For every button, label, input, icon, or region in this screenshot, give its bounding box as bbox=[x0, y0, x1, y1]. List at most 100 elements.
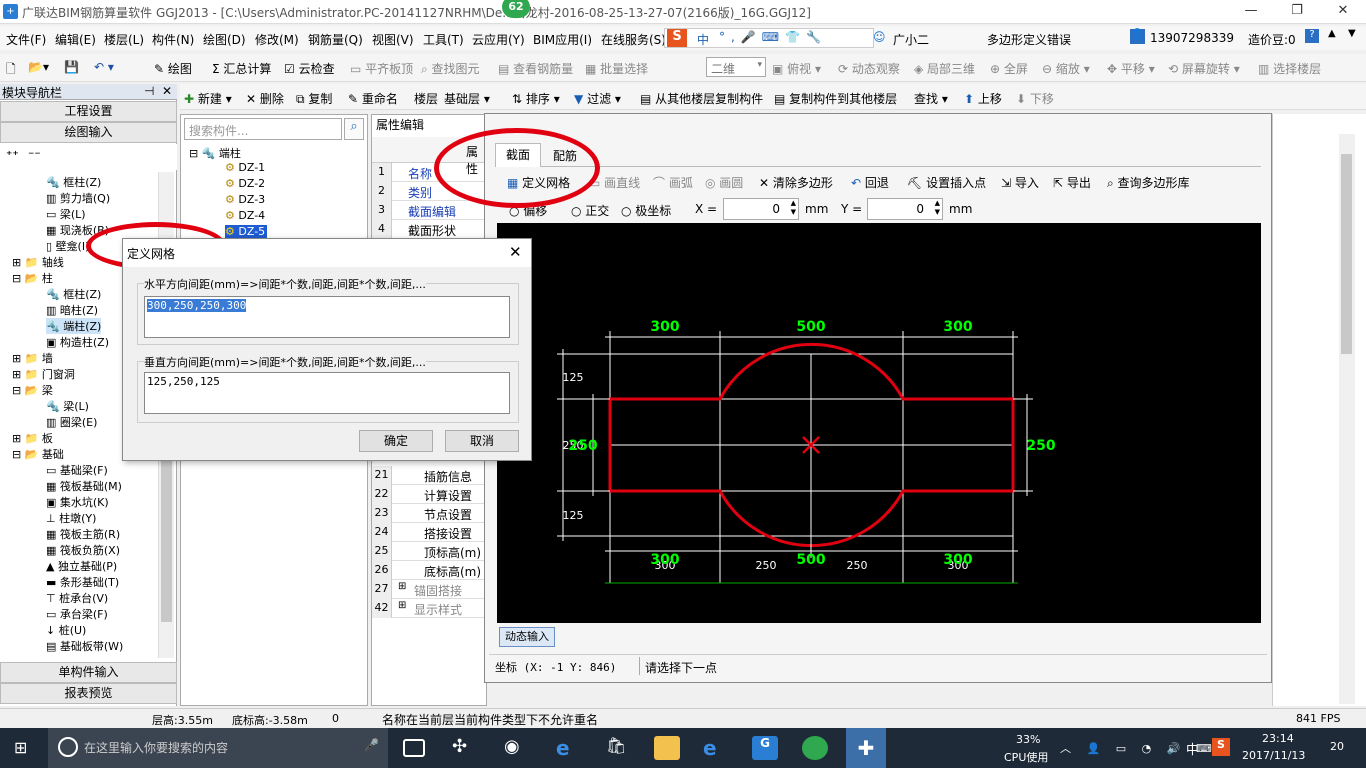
component-item-selected[interactable]: ⚙ DZ-5 bbox=[225, 225, 268, 238]
property-row[interactable]: 42 ⊞ 显示样式 bbox=[372, 599, 486, 618]
tree-item[interactable]: ▭ 承台梁(F) bbox=[46, 606, 108, 622]
menu-tools[interactable]: 工具(T) bbox=[423, 31, 464, 48]
tree-item[interactable]: ▭ 梁(L) bbox=[46, 206, 86, 222]
tree-folder[interactable]: ⊞ 📁 墙 bbox=[12, 350, 53, 366]
task-view-icon[interactable] bbox=[403, 739, 425, 757]
scroll-up-arrow[interactable]: ▲ bbox=[1328, 28, 1336, 39]
menu-edit[interactable]: 编辑(E) bbox=[55, 31, 96, 48]
draw-arc-button[interactable]: ⌒ 画弧 bbox=[653, 174, 693, 191]
horizontal-spacing-input[interactable]: 300,250,250,300 bbox=[144, 296, 510, 338]
view-direction-button[interactable]: ▣ 俯视 ▾ bbox=[772, 60, 821, 77]
vertical-spacing-input[interactable]: 125,250,125 bbox=[144, 372, 510, 414]
view-mode-select[interactable]: 二维 ▾ bbox=[706, 57, 766, 77]
rename-button[interactable]: ✎ 重命名 bbox=[348, 90, 398, 107]
property-row[interactable]: 24 搭接设置 bbox=[372, 523, 486, 542]
menu-modify[interactable]: 修改(M) bbox=[255, 31, 299, 48]
copy-to-floor-button[interactable]: ▤ 复制构件到其他楼层 bbox=[774, 90, 897, 107]
tree-item[interactable]: ▥ 暗柱(Z) bbox=[46, 302, 98, 318]
dynamic-view-button[interactable]: ⟳ 动态观察 bbox=[838, 60, 900, 77]
draw-button[interactable]: ✎ 绘图 bbox=[154, 60, 192, 77]
ime-lang[interactable]: 中 bbox=[697, 31, 709, 48]
tree-item[interactable]: ▦ 筏板主筋(R) bbox=[46, 526, 120, 542]
update-badge[interactable]: 62 bbox=[502, 0, 530, 18]
scroll-down-arrow[interactable]: ▼ bbox=[1348, 28, 1356, 39]
property-tab[interactable]: 属性编辑 bbox=[376, 116, 424, 133]
green-app-icon[interactable] bbox=[802, 736, 828, 760]
component-item[interactable]: ⚙ DZ-4 bbox=[225, 209, 265, 222]
ok-button[interactable]: 确定 bbox=[359, 430, 433, 452]
copy-button[interactable]: ⧉ 复制 bbox=[296, 90, 332, 107]
property-row[interactable]: 22 计算设置 bbox=[372, 485, 486, 504]
menu-file[interactable]: 文件(F) bbox=[6, 31, 46, 48]
tree-item[interactable]: ▥ 圈梁(E) bbox=[46, 414, 97, 430]
user-phone[interactable]: 13907298339 bbox=[1150, 31, 1234, 45]
component-search-input[interactable]: 搜索构件... bbox=[184, 118, 342, 140]
select-floor-button[interactable]: ▥ 选择楼层 bbox=[1258, 60, 1321, 77]
fan-app-icon[interactable]: ✣ bbox=[452, 736, 478, 760]
x-spinner[interactable]: ▲ ▼ bbox=[791, 199, 796, 217]
new-button[interactable]: ✚ 新建 ▾ bbox=[184, 90, 232, 107]
tree-folder[interactable]: ⊟ 📂 基础 bbox=[12, 446, 64, 462]
cancel-button[interactable]: 取消 bbox=[445, 430, 519, 452]
sogou-tray-icon[interactable]: S bbox=[1212, 738, 1230, 756]
report-preview-button[interactable]: 报表预览 bbox=[0, 683, 177, 704]
y-input[interactable]: 0 ▲ ▼ bbox=[867, 198, 943, 220]
property-row[interactable]: 21 插筋信息 bbox=[372, 466, 486, 485]
glodon-app-icon[interactable]: G bbox=[752, 736, 778, 760]
find-button[interactable]: 查找 ▾ bbox=[914, 90, 948, 107]
property-row[interactable]: 26 底标高(m) bbox=[372, 561, 486, 580]
tree-item[interactable]: ▥ 剪力墙(Q) bbox=[46, 190, 110, 206]
copy-from-floor-button[interactable]: ▤ 从其他楼层复制构件 bbox=[640, 90, 763, 107]
menu-component[interactable]: 构件(N) bbox=[152, 31, 194, 48]
xiaoer-label[interactable]: 广小二 bbox=[893, 31, 929, 48]
filter-button[interactable]: ▼ 过滤 ▾ bbox=[574, 90, 621, 107]
browser-app-icon[interactable]: ◉ bbox=[504, 736, 530, 760]
view-rebar-button[interactable]: ▤ 查看钢筋量 bbox=[498, 60, 573, 77]
collapse-all-icon[interactable]: ⁻⁻ bbox=[28, 148, 41, 162]
tree-item[interactable]: ⊤ 桩承台(V) bbox=[46, 590, 108, 606]
menu-bim[interactable]: BIM应用(I) bbox=[533, 31, 592, 48]
tree-item[interactable]: ▤ 基础板带(W) bbox=[46, 638, 123, 654]
set-insert-point-button[interactable]: ⛏ 设置插入点 bbox=[907, 174, 986, 191]
polygon-canvas[interactable]: 300 500 300 300 250 250 300 300 500 300 bbox=[497, 223, 1261, 623]
right-scrollbar[interactable] bbox=[1339, 134, 1355, 704]
rotate-button[interactable]: ⟲ 屏幕旋转 ▾ bbox=[1168, 60, 1240, 77]
property-row[interactable]: 3 截面编辑 bbox=[372, 201, 486, 220]
component-item[interactable]: ⚙ DZ-1 bbox=[225, 161, 265, 174]
draw-circle-button[interactable]: ◎ 画圆 bbox=[705, 174, 743, 191]
clear-polygon-button[interactable]: ✕ 清除多边形 bbox=[759, 174, 833, 191]
find-elem-button[interactable]: ⌕ 查找图元 bbox=[421, 60, 480, 77]
close-button[interactable]: ✕ bbox=[1320, 0, 1366, 24]
dynamic-input-button[interactable]: 动态输入 bbox=[499, 627, 555, 647]
property-row[interactable]: 23 节点设置 bbox=[372, 504, 486, 523]
move-down-button[interactable]: ⬇ 下移 bbox=[1016, 90, 1054, 107]
ie-icon[interactable]: e bbox=[703, 736, 729, 760]
batch-select-button[interactable]: ▦ 批量选择 bbox=[585, 60, 648, 77]
undo-icon[interactable]: ↶ ▾ bbox=[94, 60, 114, 74]
tree-item-selected[interactable]: 🔩 端柱(Z) bbox=[46, 318, 102, 334]
tree-item[interactable]: ⊥ 柱墩(Y) bbox=[46, 510, 96, 526]
pan-button[interactable]: ✥ 平移 ▾ bbox=[1107, 60, 1155, 77]
component-root[interactable]: ⊟ 🔩 端柱 bbox=[189, 145, 241, 161]
notification-badge[interactable]: 20 bbox=[1330, 740, 1344, 753]
property-row[interactable]: 25 顶标高(m) bbox=[372, 542, 486, 561]
polar-radio[interactable]: ○ 极坐标 bbox=[621, 202, 671, 219]
tree-folder[interactable]: ⊞ 📁 板 bbox=[12, 430, 53, 446]
x-input[interactable]: 0 ▲ ▼ bbox=[723, 198, 799, 220]
undo-button[interactable]: ↶ 回退 bbox=[851, 174, 889, 191]
ime-indicator[interactable]: 中 bbox=[1186, 739, 1199, 758]
tree-folder[interactable]: ⊞ 📁 门窗洞 bbox=[12, 366, 75, 382]
export-button[interactable]: ⇱ 导出 bbox=[1053, 174, 1091, 191]
minimize-button[interactable]: — bbox=[1228, 0, 1274, 24]
component-item[interactable]: ⚙ DZ-2 bbox=[225, 177, 265, 190]
cloud-check-button[interactable]: ☑ 云检查 bbox=[284, 60, 335, 77]
dialog-close-icon[interactable]: ✕ bbox=[509, 243, 522, 261]
restore-button[interactable]: ❐ bbox=[1274, 0, 1320, 24]
nav-close-icon[interactable]: ✕ bbox=[162, 84, 172, 98]
tree-item[interactable]: ↓ 桩(U) bbox=[46, 622, 86, 638]
search-icon[interactable]: ⌕ bbox=[344, 118, 364, 140]
property-row[interactable]: 4 截面形状 bbox=[372, 220, 486, 239]
draw-input-button[interactable]: 绘图输入 bbox=[0, 122, 177, 143]
tree-item[interactable]: 🔩 梁(L) bbox=[46, 398, 89, 414]
menu-draw[interactable]: 绘图(D) bbox=[203, 31, 246, 48]
